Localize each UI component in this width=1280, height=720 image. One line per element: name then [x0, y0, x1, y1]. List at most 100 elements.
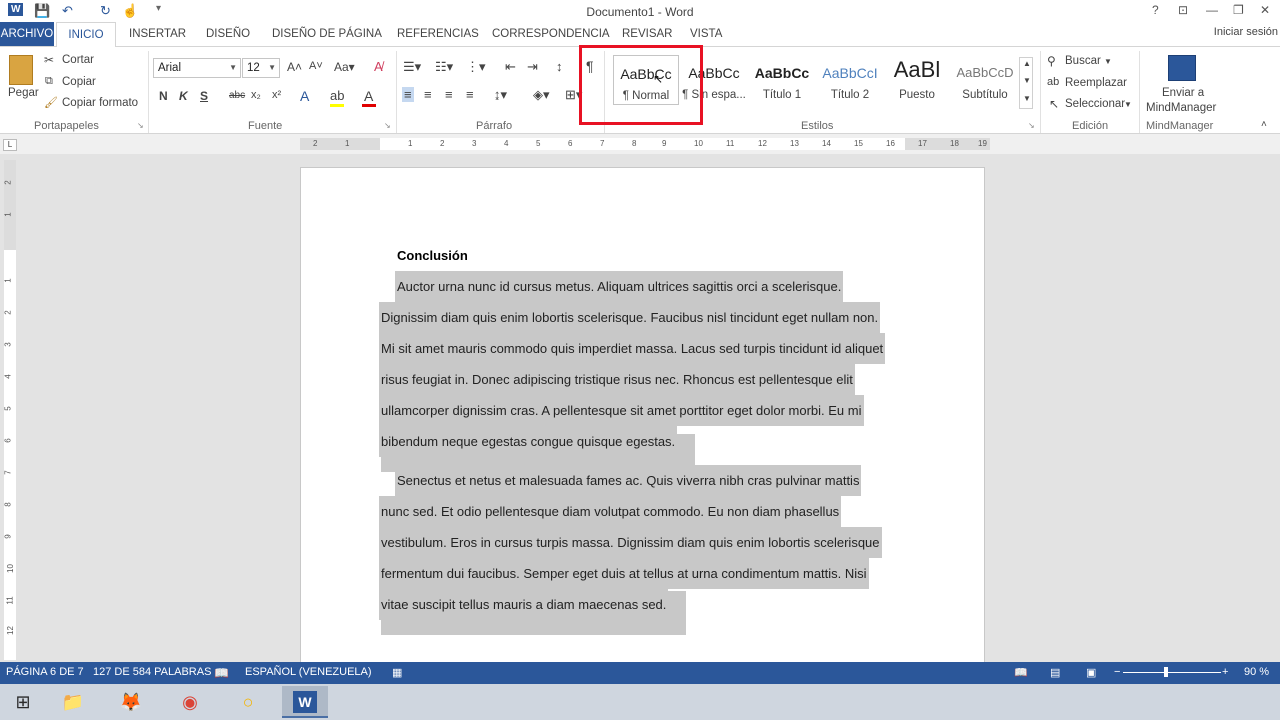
mindmanager-icon[interactable]	[1168, 55, 1196, 81]
firefox-icon[interactable]: 🦊	[108, 686, 154, 718]
chrome-icon[interactable]: ◉	[167, 686, 213, 718]
text-effects-icon[interactable]: A	[300, 88, 309, 104]
replace-button[interactable]: Reemplazar	[1065, 77, 1127, 89]
justify-icon[interactable]: ≡	[466, 87, 474, 102]
zoom-out-icon[interactable]: −	[1114, 666, 1120, 678]
more-styles-icon[interactable]: ▼	[1023, 94, 1031, 103]
font-name-combo[interactable]: Arial ▼	[153, 58, 241, 78]
macro-icon[interactable]: ▦	[392, 666, 402, 679]
change-case-icon[interactable]: Aa▾	[334, 60, 355, 74]
document-heading[interactable]: Conclusión	[397, 248, 468, 263]
tab-referencias[interactable]: REFERENCIAS	[397, 28, 479, 40]
zoom-slider-track[interactable]	[1123, 672, 1221, 673]
word-taskbar-icon[interactable]: W	[282, 686, 328, 718]
align-right-icon[interactable]: ≡	[445, 87, 453, 102]
paragraph-line[interactable]: Mi sit amet mauris commodo quis imperdie…	[379, 333, 886, 364]
strikethrough-button[interactable]: abc	[229, 90, 245, 101]
file-explorer-icon[interactable]: 📁	[50, 686, 96, 718]
paragraph-line[interactable]: Dignissim diam quis enim lobortis sceler…	[379, 302, 881, 333]
underline-button[interactable]: S	[200, 89, 208, 103]
sign-in-link[interactable]: Iniciar sesión	[1214, 26, 1278, 38]
select-button[interactable]: Seleccionar	[1065, 98, 1125, 110]
binoculars-icon[interactable]: ⚲	[1047, 54, 1056, 68]
multilevel-list-icon[interactable]: ⋮▾	[466, 59, 486, 75]
tab-correspondencia[interactable]: CORRESPONDENCIA	[492, 28, 610, 40]
tab-diseno[interactable]: DISEÑO	[206, 28, 250, 40]
tab-selector[interactable]: L	[3, 139, 17, 151]
send-to-mindmanager-line2[interactable]: MindManager	[1146, 102, 1216, 114]
italic-button[interactable]: K	[179, 89, 188, 103]
numbering-icon[interactable]: ☷▾	[435, 59, 453, 75]
paragraph-line[interactable]: vestibulum. Eros in cursus turpis massa.…	[379, 527, 882, 558]
tab-insertar[interactable]: INSERTAR	[129, 28, 186, 40]
subscript-button[interactable]: x₂	[251, 89, 261, 101]
decrease-indent-icon[interactable]: ⇤	[505, 59, 516, 75]
style-title[interactable]: AaBl Puesto	[884, 55, 950, 105]
web-layout-icon[interactable]: ▣	[1086, 666, 1096, 679]
chevron-down-icon[interactable]: ▼	[1104, 57, 1112, 66]
paragraph-line[interactable]: risus feugiat in. Donec adipiscing trist…	[379, 364, 855, 395]
increase-indent-icon[interactable]: ⇥	[527, 59, 538, 75]
proofing-icon[interactable]: 📖	[214, 666, 229, 680]
collapse-ribbon-icon[interactable]: ˄	[1261, 119, 1267, 130]
paragraph-line[interactable]: ullamcorper dignissim cras. A pellentesq…	[379, 395, 864, 426]
align-center-icon[interactable]: ≡	[424, 87, 432, 102]
scroll-up-icon[interactable]: ▲	[1023, 59, 1031, 68]
language-indicator[interactable]: ESPAÑOL (VENEZUELA)	[245, 666, 372, 678]
bold-button[interactable]: N	[159, 89, 168, 103]
minimize-button[interactable]: —	[1206, 3, 1218, 17]
paste-icon[interactable]	[9, 55, 33, 85]
paragraph-line[interactable]: Senectus et netus et malesuada fames ac.…	[395, 465, 862, 496]
style-subtitle[interactable]: AaBbCcD Subtítulo	[952, 55, 1018, 105]
font-launcher-icon[interactable]: ↘	[384, 121, 391, 130]
help-icon[interactable]: ?	[1152, 3, 1159, 17]
font-size-combo[interactable]: 12 ▼	[242, 58, 280, 78]
print-layout-icon[interactable]: ▤	[1050, 666, 1060, 679]
styles-scroll[interactable]: ▲ ▼ ▼	[1019, 57, 1033, 109]
start-button[interactable]: ⊞	[0, 686, 46, 718]
find-button[interactable]: Buscar	[1065, 55, 1101, 67]
page-count[interactable]: PÁGINA 6 DE 7	[6, 666, 84, 678]
paragraph-line[interactable]: nunc sed. Et odio pellentesque diam volu…	[379, 496, 842, 527]
superscript-button[interactable]: x²	[272, 89, 281, 101]
highlight-color-icon[interactable]: ab	[330, 88, 344, 103]
display-options-icon[interactable]: ⊡	[1178, 3, 1188, 17]
zoom-in-icon[interactable]: +	[1222, 666, 1228, 678]
paragraph-line[interactable]: Auctor urna nunc id cursus metus. Aliqua…	[395, 271, 844, 302]
paste-button[interactable]: Pegar	[8, 87, 39, 99]
tab-revisar[interactable]: REVISAR	[622, 28, 673, 40]
select-cursor-icon[interactable]: ↖	[1049, 97, 1059, 111]
scroll-down-icon[interactable]: ▼	[1023, 76, 1031, 85]
style-heading-1[interactable]: AaBbCc Título 1	[749, 55, 815, 105]
style-heading-2[interactable]: AaBbCcI Título 2	[817, 55, 883, 105]
send-to-mindmanager-line1[interactable]: Enviar a	[1162, 87, 1204, 99]
format-painter-icon[interactable]: 🖌	[44, 96, 58, 109]
app-icon[interactable]: ○	[225, 686, 271, 718]
line-spacing-icon[interactable]: ↨▾	[494, 87, 507, 103]
word-count[interactable]: 127 DE 584 PALABRAS	[93, 666, 211, 678]
paragraph-line[interactable]: fermentum dui faucibus. Semper eget duis…	[379, 558, 869, 589]
shading-icon[interactable]: ◈▾	[533, 87, 550, 103]
font-color-icon[interactable]: A	[364, 88, 373, 104]
zoom-slider-thumb[interactable]	[1164, 667, 1168, 677]
tab-diseno-pagina[interactable]: DISEÑO DE PÁGINA	[272, 28, 382, 40]
restore-button[interactable]: ❐	[1233, 3, 1244, 17]
replace-icon[interactable]: ab	[1047, 76, 1059, 88]
bullets-icon[interactable]: ☰▾	[403, 59, 421, 75]
cut-button[interactable]: Cortar	[62, 54, 94, 66]
tab-vista[interactable]: VISTA	[690, 28, 722, 40]
horizontal-ruler[interactable]: 2 1 1 2 3 4 5 6 7 8 9 10 11 12 13 14 15 …	[300, 138, 990, 150]
sort-icon[interactable]: ↕	[556, 59, 563, 74]
clear-format-icon[interactable]: A̸	[374, 59, 383, 74]
chevron-down-icon[interactable]: ▼	[1124, 100, 1132, 109]
align-left-icon[interactable]: ≡	[402, 87, 414, 102]
grow-font-icon[interactable]: A˄	[287, 60, 302, 74]
scissors-icon[interactable]: ✂	[44, 53, 54, 67]
vertical-ruler[interactable]: 2 1 1 2 3 4 5 6 7 8 9 10 11 12	[4, 160, 16, 660]
paragraph-line[interactable]: bibendum neque egestas congue quisque eg…	[379, 426, 678, 457]
copy-icon[interactable]: ⧉	[45, 75, 53, 88]
paragraph-line[interactable]: vitae suscipit tellus mauris a diam maec…	[379, 589, 669, 620]
tab-inicio[interactable]: INICIO	[56, 22, 116, 47]
close-button[interactable]: ✕	[1260, 3, 1270, 17]
styles-launcher-icon[interactable]: ↘	[1028, 121, 1035, 130]
